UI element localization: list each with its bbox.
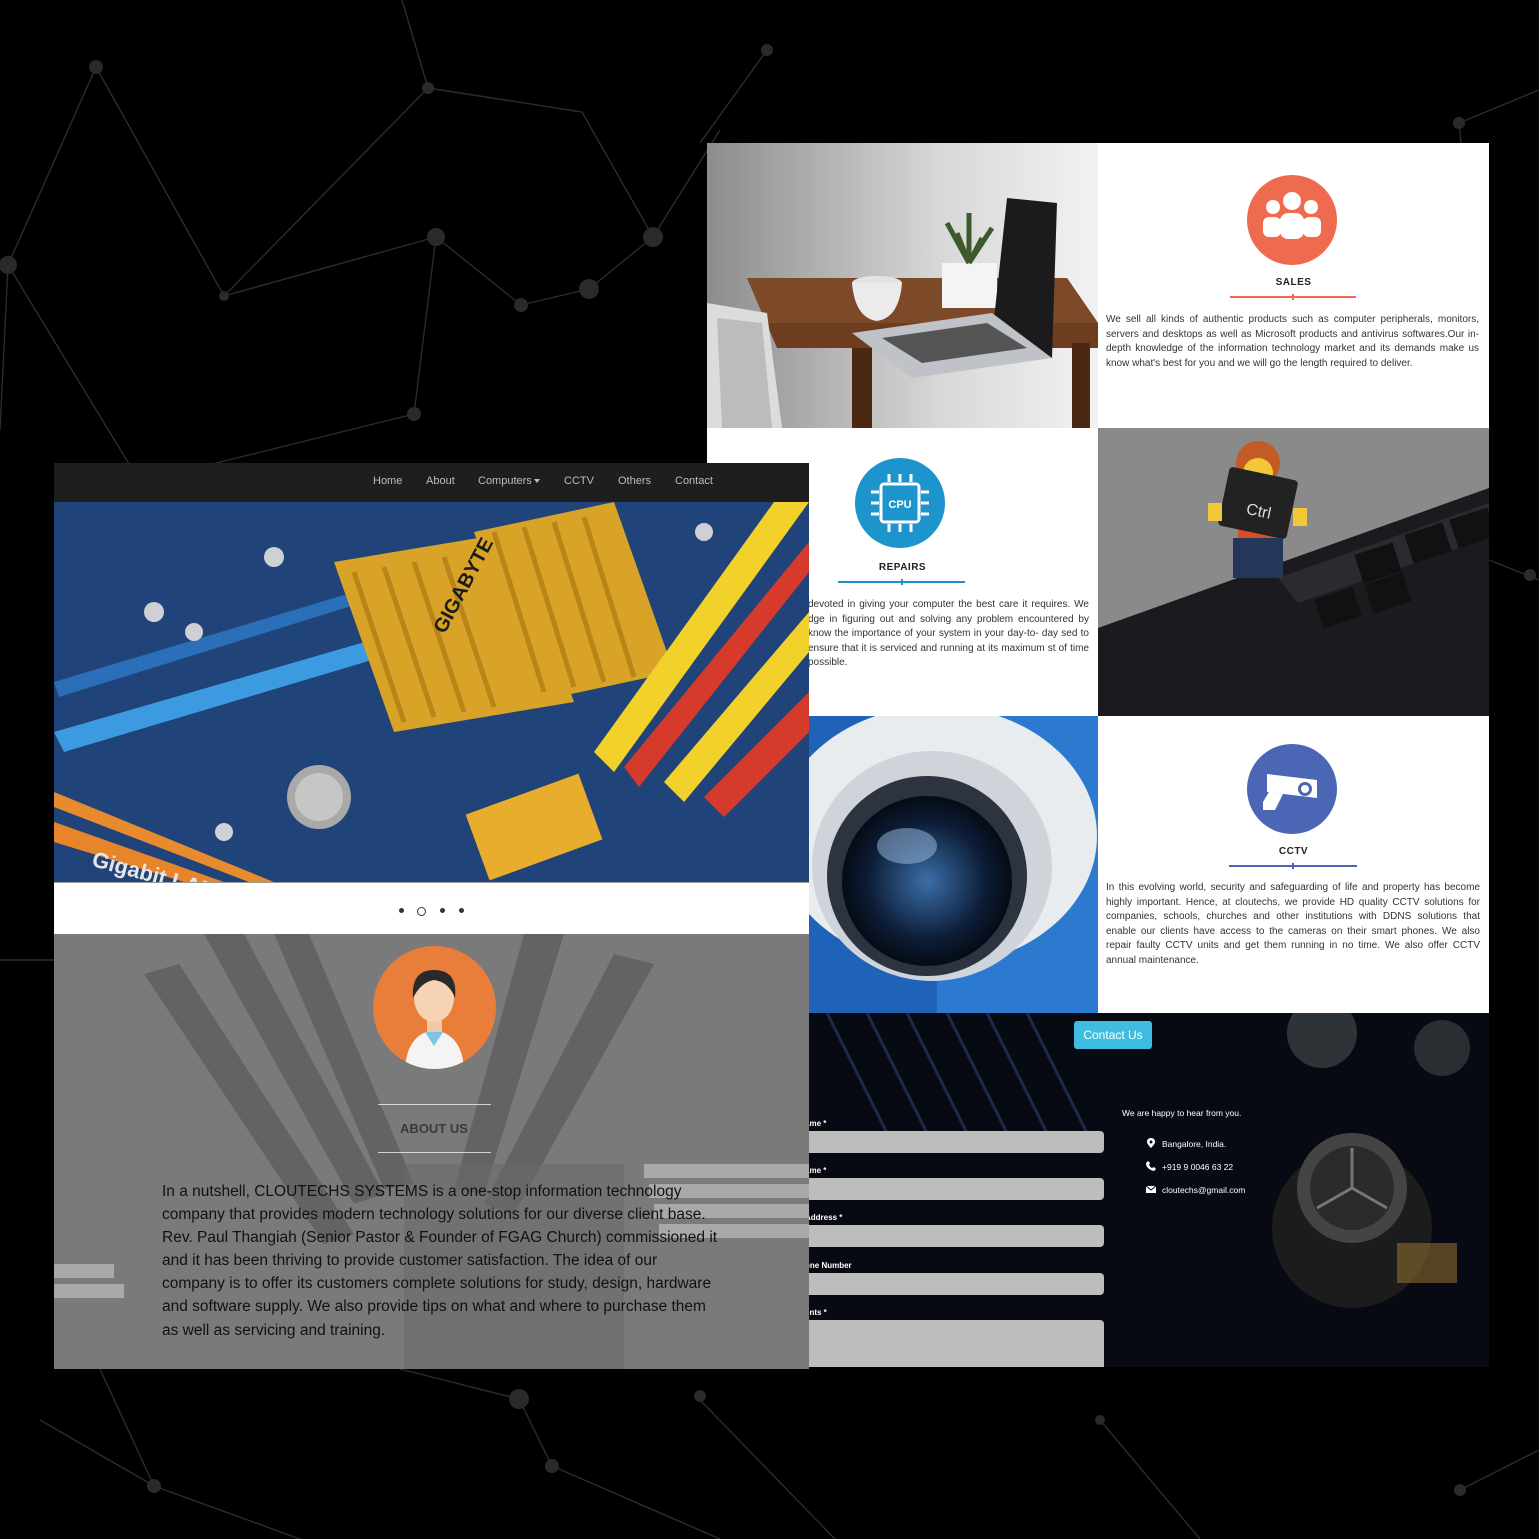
nav-cctv[interactable]: CCTV [564, 475, 594, 487]
about-text: In a nutshell, CLOUTECHS SYSTEMS is a on… [162, 1180, 722, 1342]
nav-contact[interactable]: Contact [675, 475, 713, 487]
sales-card: SALES We sell all kinds of authentic pro… [1098, 143, 1489, 428]
repairs-description: devoted in giving your computer the best… [808, 599, 1089, 669]
nav-others[interactable]: Others [618, 475, 651, 487]
repairs-row: CPU REPAIRS devoted in giving your compu… [707, 428, 1489, 716]
envelope-icon [1146, 1185, 1156, 1193]
comments-textarea[interactable] [797, 1320, 1104, 1367]
contact-section: Contact Us ame * ame * Address * one Num… [707, 1013, 1489, 1367]
contact-phone: +919 9 0046 63 22 [1162, 1162, 1234, 1172]
carousel-dot-4[interactable] [459, 908, 464, 913]
lego-ctrl-key-photo: Ctrl [1098, 428, 1489, 716]
group-icon [1247, 175, 1337, 265]
sales-title: SALES [1275, 277, 1312, 288]
phone-icon [1146, 1161, 1156, 1171]
email-address-field[interactable] [797, 1225, 1104, 1247]
about-paragraph-1: In a nutshell, CLOUTECHS SYSTEMS is a on… [162, 1183, 706, 1224]
nav-computers-label: Computers [478, 475, 532, 487]
sales-row: SALES We sell all kinds of authentic pro… [707, 143, 1489, 428]
cctv-card: CCTV In this evolving world, security an… [1098, 716, 1489, 1013]
phone-number-field[interactable] [797, 1273, 1104, 1295]
navbar: Home About Computers CCTV Others Contact [54, 463, 809, 502]
about-top-divider [378, 1104, 491, 1105]
map-marker-icon [1147, 1138, 1155, 1148]
contact-us-button[interactable]: Contact Us [1074, 1021, 1152, 1049]
hero-carousel-image: GIGABYTE Gigabit LAN [54, 502, 809, 882]
email-address-label: Address * [805, 1213, 843, 1222]
cctv-title: CCTV [1278, 846, 1309, 857]
nav-home[interactable]: Home [373, 475, 402, 487]
about-paragraph-2: Rev. Paul Thangiah (Senior Pastor & Foun… [162, 1229, 718, 1339]
about-title: ABOUT US [400, 1121, 468, 1136]
first-name-field[interactable] [797, 1131, 1104, 1153]
carousel-dot-3[interactable] [440, 908, 445, 913]
home-page-mockup: Home About Computers CCTV Others Contact [54, 463, 809, 1369]
carousel-indicators [54, 882, 809, 937]
sales-description: We sell all kinds of authentic products … [1106, 314, 1479, 369]
about-bottom-divider [378, 1152, 491, 1153]
about-section: ABOUT US In a nutshell, CLOUTECHS SYSTEM… [54, 934, 809, 1369]
carousel-dot-2[interactable] [417, 907, 426, 916]
avatar [373, 946, 496, 1069]
contact-email[interactable]: cloutechs@gmail.com [1162, 1185, 1245, 1195]
cctv-camera-icon [1247, 744, 1337, 834]
caret-down-icon [533, 479, 540, 484]
phone-number-label: one Number [805, 1261, 852, 1270]
sales-divider [1230, 294, 1356, 300]
services-page-mockup: SALES We sell all kinds of authentic pro… [707, 143, 1489, 1367]
nav-computers[interactable]: Computers [478, 475, 540, 487]
nav-about[interactable]: About [426, 475, 455, 487]
desk-laptop-photo [707, 143, 1098, 428]
carousel-dot-1[interactable] [399, 908, 404, 913]
cpu-icon: CPU [855, 458, 945, 548]
cctv-row: CCTV In this evolving world, security an… [707, 716, 1489, 1013]
contact-location: Bangalore, India. [1162, 1139, 1227, 1149]
cctv-description: In this evolving world, security and saf… [1106, 882, 1480, 966]
repairs-divider [838, 579, 965, 585]
cctv-divider [1229, 863, 1357, 869]
cpu-icon-label: CPU [888, 499, 911, 511]
last-name-field[interactable] [797, 1178, 1104, 1200]
contact-intro-text: We are happy to hear from you. [1122, 1108, 1242, 1118]
